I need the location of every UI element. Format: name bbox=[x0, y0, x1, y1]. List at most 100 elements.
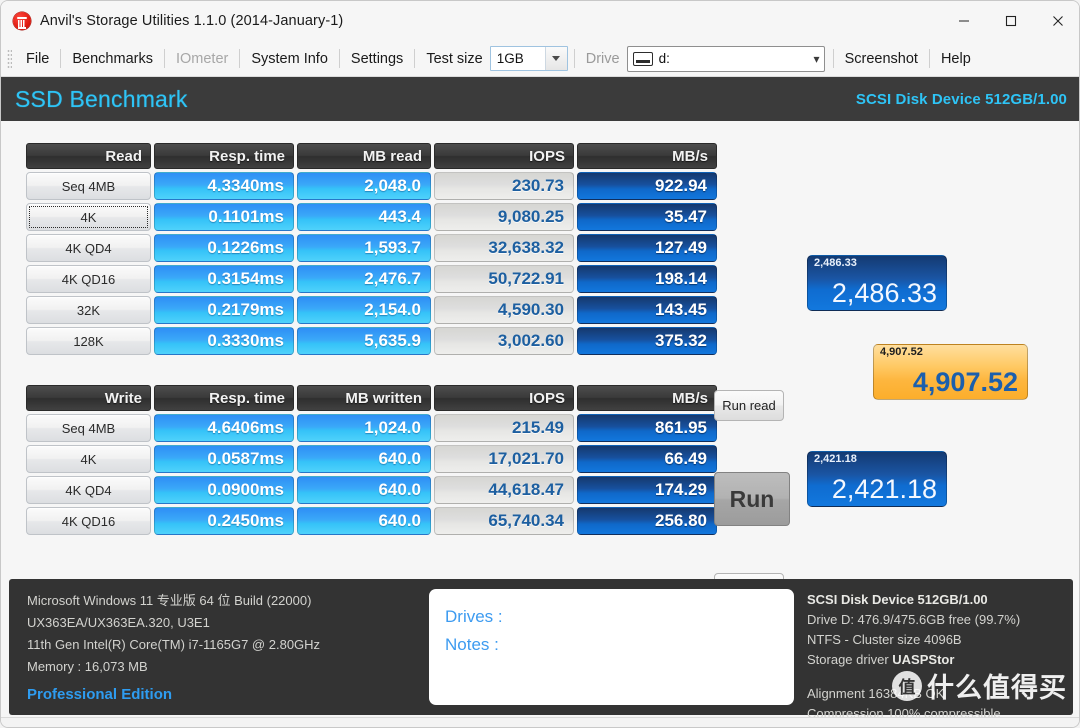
drive-select[interactable]: d: ▾ bbox=[626, 45, 825, 72]
system-cpu: 11th Gen Intel(R) Core(TM) i7-1165G7 @ 2… bbox=[27, 637, 321, 652]
close-button[interactable] bbox=[1034, 1, 1079, 41]
read-score-value: 2,486.33 bbox=[831, 278, 937, 308]
read-row-button-5[interactable]: 128K bbox=[26, 327, 151, 355]
table-row: Seq 4MB 4.3340ms 2,048.0 230.73 922.94 bbox=[26, 172, 717, 200]
data-cell: 0.3154ms bbox=[154, 265, 294, 293]
data-cell: 3,002.60 bbox=[434, 327, 574, 355]
drive-driver: Storage driver UASPStor bbox=[807, 650, 1020, 670]
write-row-button-2[interactable]: 4K QD4 bbox=[26, 476, 151, 504]
read-row-button-3[interactable]: 4K QD16 bbox=[26, 265, 151, 293]
notes-label: Notes : bbox=[445, 635, 499, 654]
write-row-button-3[interactable]: 4K QD16 bbox=[26, 507, 151, 535]
data-cell: 0.2450ms bbox=[154, 507, 294, 535]
menu-item-help[interactable]: Help bbox=[930, 49, 982, 69]
read-mb-3: 2,476.7 bbox=[297, 265, 431, 293]
read-col-2: MB read bbox=[297, 143, 431, 169]
read-mbs-4: 143.45 bbox=[577, 296, 717, 324]
read-resp-2: 0.1226ms bbox=[154, 234, 294, 262]
row-label-cell: 4K bbox=[26, 203, 151, 231]
table-row: 4K 0.1101ms 443.4 9,080.25 35.47 bbox=[26, 203, 717, 231]
data-cell: 66.49 bbox=[577, 445, 717, 473]
run-read-button[interactable]: Run read bbox=[714, 390, 784, 421]
menu-item-settings[interactable]: Settings bbox=[340, 49, 414, 69]
run-button[interactable]: Run bbox=[714, 472, 790, 526]
data-cell: 2,048.0 bbox=[297, 172, 431, 200]
read-row-button-1[interactable]: 4K bbox=[26, 203, 151, 231]
column-header: MB read bbox=[297, 143, 431, 169]
read-mb-4: 2,154.0 bbox=[297, 296, 431, 324]
menu-item-system-info[interactable]: System Info bbox=[240, 49, 339, 69]
column-header: Resp. time bbox=[154, 385, 294, 411]
read-col-3: IOPS bbox=[434, 143, 574, 169]
maximize-button[interactable] bbox=[987, 1, 1034, 41]
data-cell: 1,593.7 bbox=[297, 234, 431, 262]
total-score-value: 4,907.52 bbox=[912, 367, 1018, 397]
minimize-button[interactable] bbox=[940, 1, 987, 41]
data-cell: 640.0 bbox=[297, 476, 431, 504]
device-name: SCSI Disk Device 512GB/1.00 bbox=[855, 90, 1067, 108]
read-row-button-0[interactable]: Seq 4MB bbox=[26, 172, 151, 200]
data-cell: 0.1101ms bbox=[154, 203, 294, 231]
data-cell: 44,618.47 bbox=[434, 476, 574, 504]
edition-label: Professional Edition bbox=[27, 686, 173, 703]
page-title: SSD Benchmark bbox=[15, 85, 188, 112]
read-score-label: 2,486.33 bbox=[814, 257, 857, 269]
drive-driver-label: Storage driver bbox=[807, 652, 889, 667]
write-score-label: 2,421.18 bbox=[814, 453, 857, 465]
notes-box[interactable]: Drives : Notes : bbox=[429, 589, 794, 705]
drive-free: Drive D: 476.9/475.6GB free (99.7%) bbox=[807, 612, 1021, 627]
read-row-button-4[interactable]: 32K bbox=[26, 296, 151, 324]
menu-item-file[interactable]: File bbox=[15, 49, 60, 69]
table-row: 4K QD16 0.2450ms 640.0 65,740.34 256.80 bbox=[26, 507, 717, 535]
write-col-4: MB/s bbox=[577, 385, 717, 411]
menu-bar: File Benchmarks IOmeter System Info Sett… bbox=[1, 41, 1079, 77]
system-memory: Memory : 16,073 MB bbox=[27, 659, 148, 674]
read-iops-4: 4,590.30 bbox=[434, 296, 574, 324]
data-cell: 1,024.0 bbox=[297, 414, 431, 442]
anvil-icon bbox=[13, 12, 31, 30]
read-results-table: Read Resp. time MB read IOPS MB/s Seq 4MB 4.3… bbox=[23, 140, 720, 358]
write-resp-3: 0.2450ms bbox=[154, 507, 294, 535]
write-resp-1: 0.0587ms bbox=[154, 445, 294, 473]
table-row: 32K 0.2179ms 2,154.0 4,590.30 143.45 bbox=[26, 296, 717, 324]
row-label-cell: 4K QD4 bbox=[26, 476, 151, 504]
drives-label: Drives : bbox=[445, 607, 503, 626]
table-row: 128K 0.3330ms 5,635.9 3,002.60 375.32 bbox=[26, 327, 717, 355]
drive-icon bbox=[632, 51, 653, 66]
read-mb-0: 2,048.0 bbox=[297, 172, 431, 200]
write-mbs-0: 861.95 bbox=[577, 414, 717, 442]
test-size-select[interactable]: 1GB bbox=[489, 46, 568, 71]
data-cell: 143.45 bbox=[577, 296, 717, 324]
test-size-dropdown-arrow[interactable] bbox=[544, 47, 567, 70]
menu-item-benchmarks[interactable]: Benchmarks bbox=[61, 49, 164, 69]
read-resp-1: 0.1101ms bbox=[154, 203, 294, 231]
menu-item-screenshot[interactable]: Screenshot bbox=[834, 49, 929, 69]
write-col-3: IOPS bbox=[434, 385, 574, 411]
read-row-button-2[interactable]: 4K QD4 bbox=[26, 234, 151, 262]
write-iops-1: 17,021.70 bbox=[434, 445, 574, 473]
write-resp-2: 0.0900ms bbox=[154, 476, 294, 504]
data-cell: 2,476.7 bbox=[297, 265, 431, 293]
write-iops-2: 44,618.47 bbox=[434, 476, 574, 504]
write-results-table: Write Resp. time MB written IOPS MB/s Seq 4M… bbox=[23, 382, 720, 538]
table-header-row: Write Resp. time MB written IOPS MB/s bbox=[26, 385, 717, 411]
column-header: MB/s bbox=[577, 385, 717, 411]
write-iops-0: 215.49 bbox=[434, 414, 574, 442]
data-cell: 5,635.9 bbox=[297, 327, 431, 355]
data-cell: 861.95 bbox=[577, 414, 717, 442]
write-mbs-2: 174.29 bbox=[577, 476, 717, 504]
read-col-0: Read bbox=[26, 143, 151, 169]
table-header-row: Read Resp. time MB read IOPS MB/s bbox=[26, 143, 717, 169]
write-mb-2: 640.0 bbox=[297, 476, 431, 504]
write-row-button-1[interactable]: 4K bbox=[26, 445, 151, 473]
write-row-button-0[interactable]: Seq 4MB bbox=[26, 414, 151, 442]
data-cell: 50,722.91 bbox=[434, 265, 574, 293]
data-cell: 0.0900ms bbox=[154, 476, 294, 504]
window-bottom-strip bbox=[1, 717, 1079, 727]
row-label-cell: Seq 4MB bbox=[26, 414, 151, 442]
data-cell: 215.49 bbox=[434, 414, 574, 442]
read-mb-2: 1,593.7 bbox=[297, 234, 431, 262]
read-iops-0: 230.73 bbox=[434, 172, 574, 200]
data-cell: 0.3330ms bbox=[154, 327, 294, 355]
drive-device: SCSI Disk Device 512GB/1.00 bbox=[807, 592, 988, 607]
